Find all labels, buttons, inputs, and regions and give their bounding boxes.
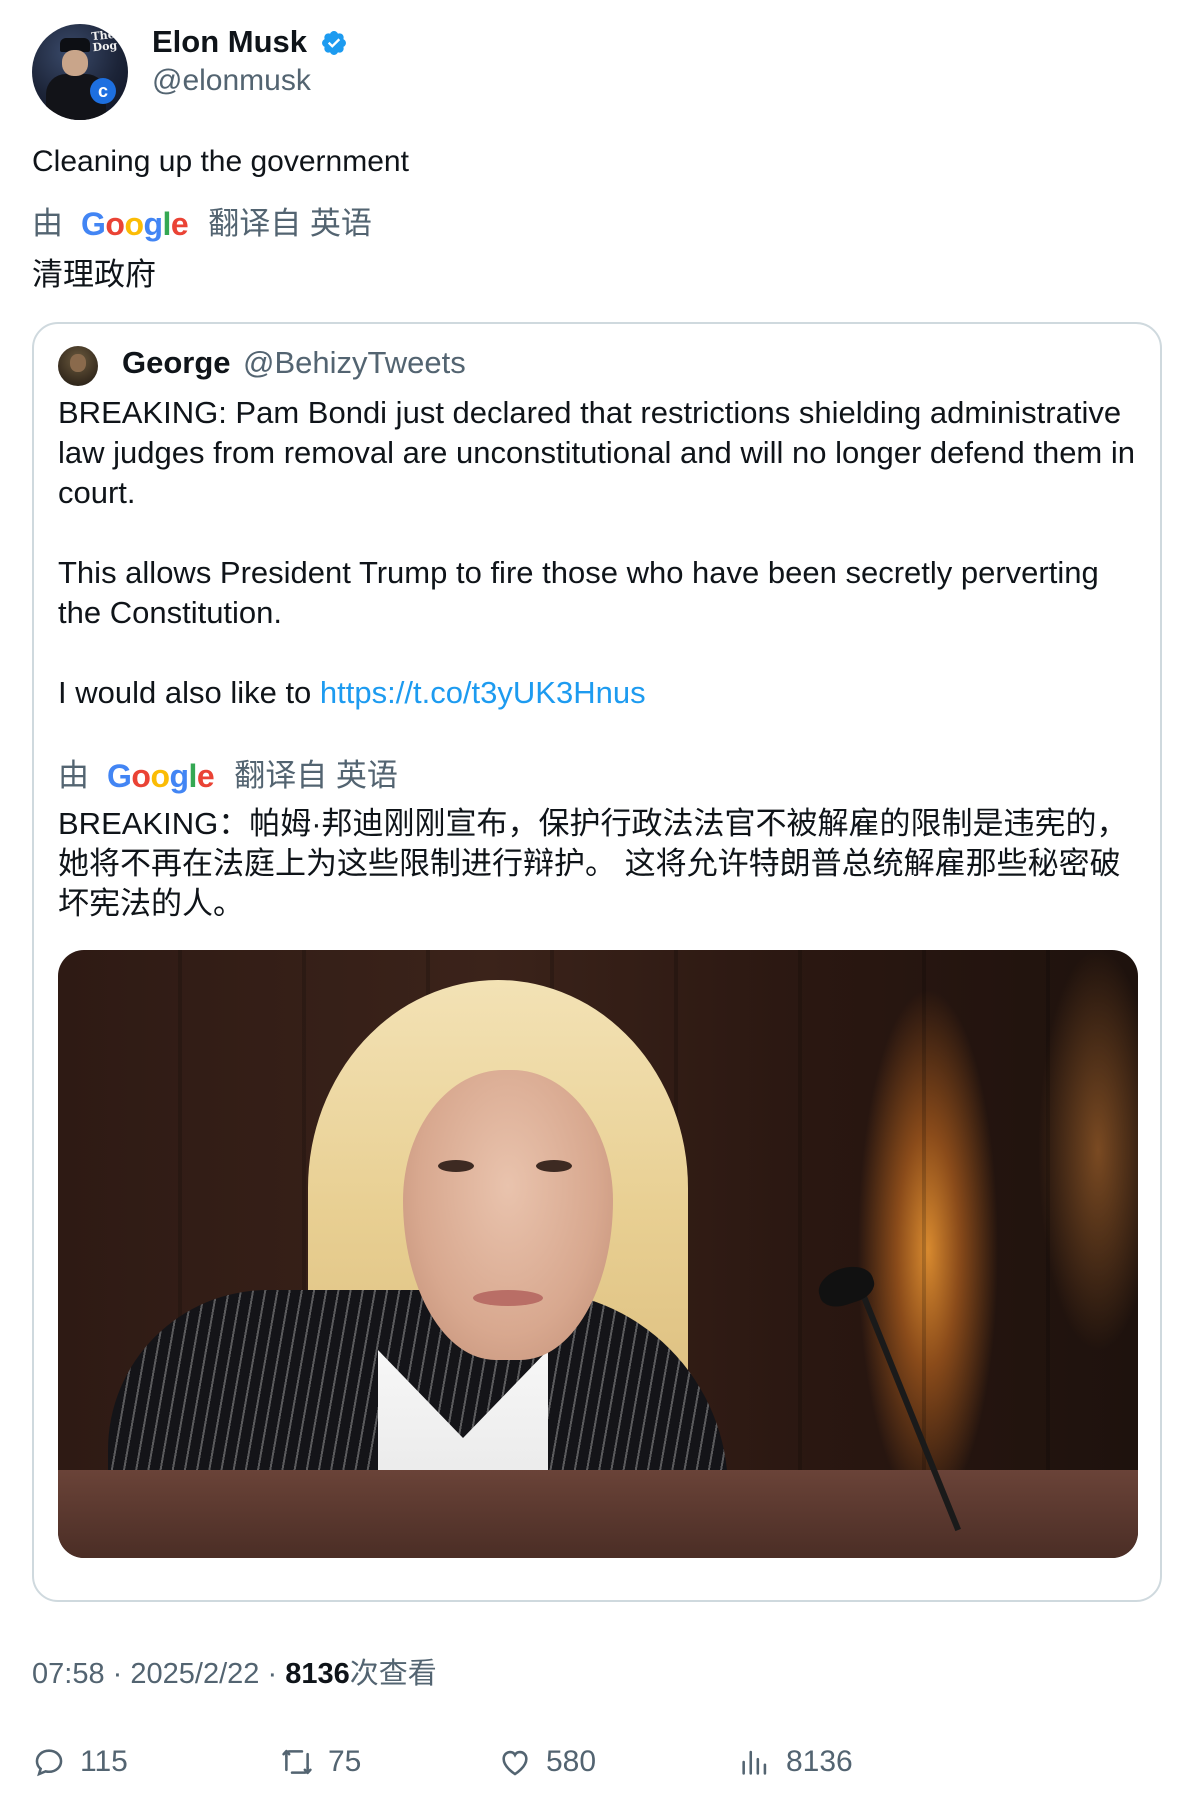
quoted-paragraph-1: BREAKING: Pam Bondi just declared that r… xyxy=(58,395,1135,510)
quoted-author-name[interactable]: George xyxy=(122,342,231,384)
avatar-face xyxy=(62,50,88,76)
translated-text: 清理政府 xyxy=(32,257,156,292)
quoted-tweet-text: BREAKING: Pam Bondi just declared that r… xyxy=(58,393,1138,713)
action-bar: 115 75 580 8136 xyxy=(32,1740,1162,1784)
quoted-author-avatar[interactable] xyxy=(58,346,98,386)
reply-icon xyxy=(35,1749,63,1777)
quoted-translation-attribution[interactable]: 由 Google 翻译自 英语 xyxy=(58,756,398,796)
avatar-logo-text: The Dog xyxy=(90,27,118,55)
tweet-time[interactable]: 07:58 xyxy=(32,1658,105,1690)
author-avatar[interactable]: The Dog c xyxy=(32,24,128,120)
verified-badge-icon xyxy=(322,31,346,55)
photo-lips xyxy=(473,1290,543,1306)
quoted-last-line-text: I would also like to xyxy=(58,675,320,710)
like-button[interactable]: 580 xyxy=(498,1745,738,1779)
views-bar-chart-icon xyxy=(742,1750,767,1775)
translation-suffix: 翻译自 英语 xyxy=(208,206,372,241)
quoted-translation-prefix: 由 xyxy=(58,758,89,793)
retweet-button[interactable]: 75 xyxy=(280,1745,498,1779)
translation-attribution[interactable]: 由 Google 翻译自 英语 xyxy=(32,204,372,244)
retweet-count: 75 xyxy=(328,1745,362,1778)
quoted-paragraph-2: This allows President Trump to fire thos… xyxy=(58,555,1099,630)
retweet-icon xyxy=(282,1749,312,1775)
views-label: 次查看 xyxy=(349,1658,437,1690)
quoted-tweet-photo[interactable] xyxy=(58,950,1138,1558)
avatar-c-badge: c xyxy=(90,78,116,104)
quoted-author-handle[interactable]: @BehizyTweets xyxy=(243,342,466,384)
google-logo: Google xyxy=(107,758,215,794)
reply-count: 115 xyxy=(80,1745,128,1778)
views-count-action: 8136 xyxy=(786,1745,853,1778)
views-count: 8136 xyxy=(285,1658,350,1690)
author-handle[interactable]: @elonmusk xyxy=(152,62,311,100)
quoted-translated-text: BREAKING：帕姆·邦迪刚刚宣布，保护行政法法官不被解雇的限制是违宪的，她将… xyxy=(58,806,1128,921)
photo-face xyxy=(403,1070,613,1360)
photo-eye xyxy=(438,1160,474,1172)
photo-desk xyxy=(58,1470,1138,1558)
google-logo: Google xyxy=(81,206,189,242)
tweet-meta: 07:58 · 2025/2/22 · 8136次查看 xyxy=(32,1654,437,1694)
tweet-text: Cleaning up the government xyxy=(32,145,409,178)
meta-separator: · xyxy=(267,1658,278,1690)
author-name[interactable]: Elon Musk xyxy=(152,22,307,62)
heart-icon xyxy=(502,1750,528,1776)
translation-prefix: 由 xyxy=(32,206,63,241)
photo-eye xyxy=(536,1160,572,1172)
quoted-paragraph-3: I would also like to https://t.co/t3yUK3… xyxy=(58,673,1138,713)
tweet-date[interactable]: 2025/2/22 xyxy=(130,1658,259,1690)
meta-separator: · xyxy=(112,1658,123,1690)
like-count: 580 xyxy=(546,1745,597,1778)
quoted-translation-suffix: 翻译自 英语 xyxy=(234,758,398,793)
views-button[interactable]: 8136 xyxy=(738,1745,938,1779)
quoted-link[interactable]: https://t.co/t3yUK3Hnus xyxy=(320,675,646,710)
reply-button[interactable]: 115 xyxy=(32,1745,280,1779)
